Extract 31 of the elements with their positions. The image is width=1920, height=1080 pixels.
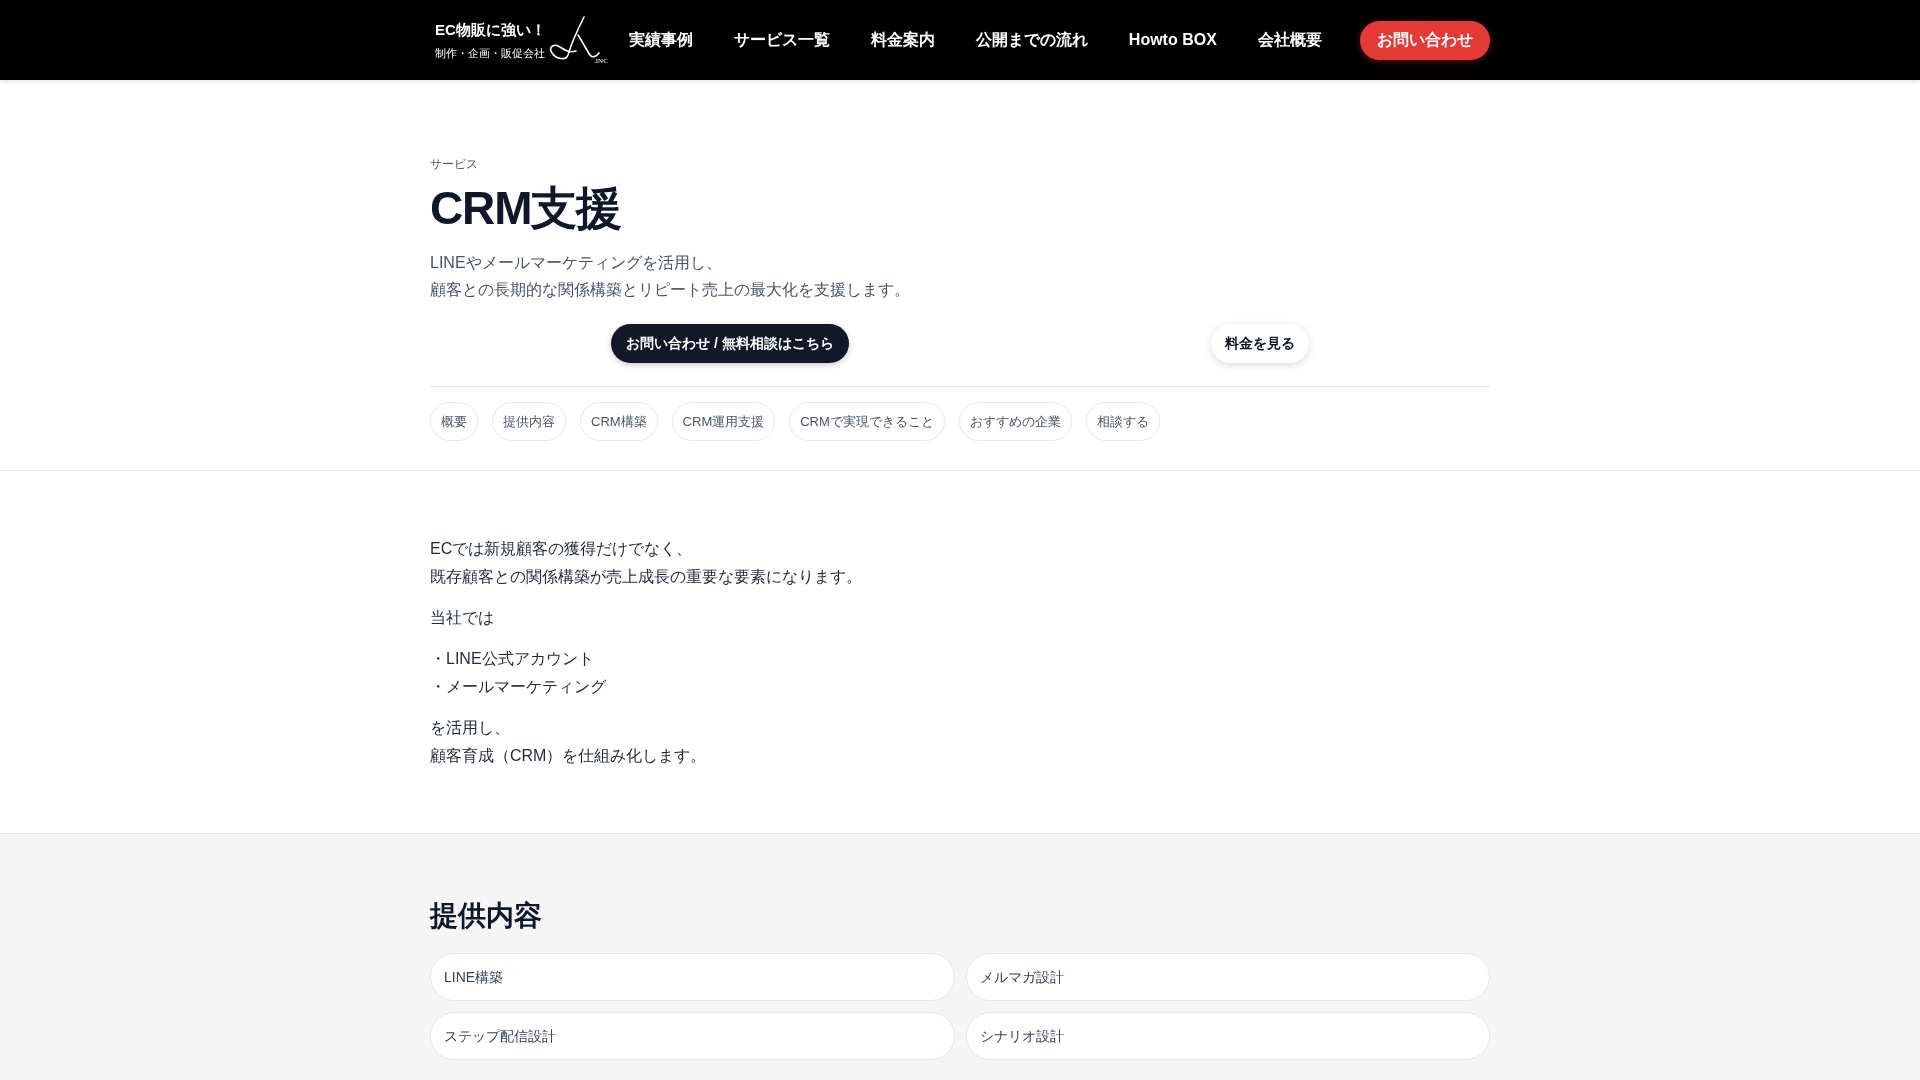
nav-link[interactable]: Howto BOX [1128, 28, 1217, 52]
body-paragraph: ・LINE公式アカウント ・メールマーケティング [430, 649, 607, 697]
section-link[interactable]: おすすめの企業 [958, 402, 1072, 441]
section-link[interactable]: CRM運用支援 [671, 402, 776, 441]
body-paragraph: ECでは新規顧客の獲得だけでなく、 既存顧客との関係構築が売上成長の重要な要素になります。 [430, 539, 863, 587]
section-link[interactable]: 概要 [430, 402, 478, 441]
nav-link[interactable]: 公開までの流れ [975, 28, 1088, 52]
nav-link[interactable]: 料金案内 [870, 28, 935, 52]
body-paragraph: 当社では [430, 608, 495, 628]
contact-consult-button[interactable]: お問い合わせ / 無料相談はこちら [611, 324, 849, 363]
nav-link[interactable]: サービス一覧 [733, 28, 830, 52]
breadcrumb-label: サービス [430, 156, 479, 172]
service-card: LINE構築 [430, 953, 955, 1001]
nav-link[interactable]: 会社概要 [1257, 28, 1322, 52]
body-paragraph: を活用し、 顧客育成（CRM）を仕組み化します。 [430, 718, 708, 766]
section-link[interactable]: CRM構築 [580, 402, 658, 441]
section-heading: 提供内容 [430, 899, 543, 933]
page-title: CRM支援 [430, 181, 622, 236]
service-card: メルマガ設計 [965, 953, 1490, 1001]
script-letter-icon [547, 15, 600, 61]
section-link[interactable]: 提供内容 [492, 402, 566, 441]
page-description: LINEやメールマーケティングを活用し、 顧客との長期的な関係構築とリピート売上の最大化を支援します。 [430, 253, 911, 300]
service-card: シナリオ設計 [965, 1012, 1490, 1060]
section-link[interactable]: 相談する [1085, 402, 1160, 441]
service-card: ステップ配信設計 [430, 1012, 955, 1060]
logo-tagline: EC物販に強い！ [435, 20, 546, 40]
pricing-button[interactable]: 料金を見る [1210, 324, 1309, 363]
contact-button[interactable]: お問い合わせ [1360, 20, 1490, 60]
logo-subtitle: 制作・企画・販促会社 [435, 46, 546, 60]
nav-link[interactable]: 実績事例 [628, 28, 693, 52]
section-link[interactable]: CRMで実現できること [789, 402, 945, 441]
